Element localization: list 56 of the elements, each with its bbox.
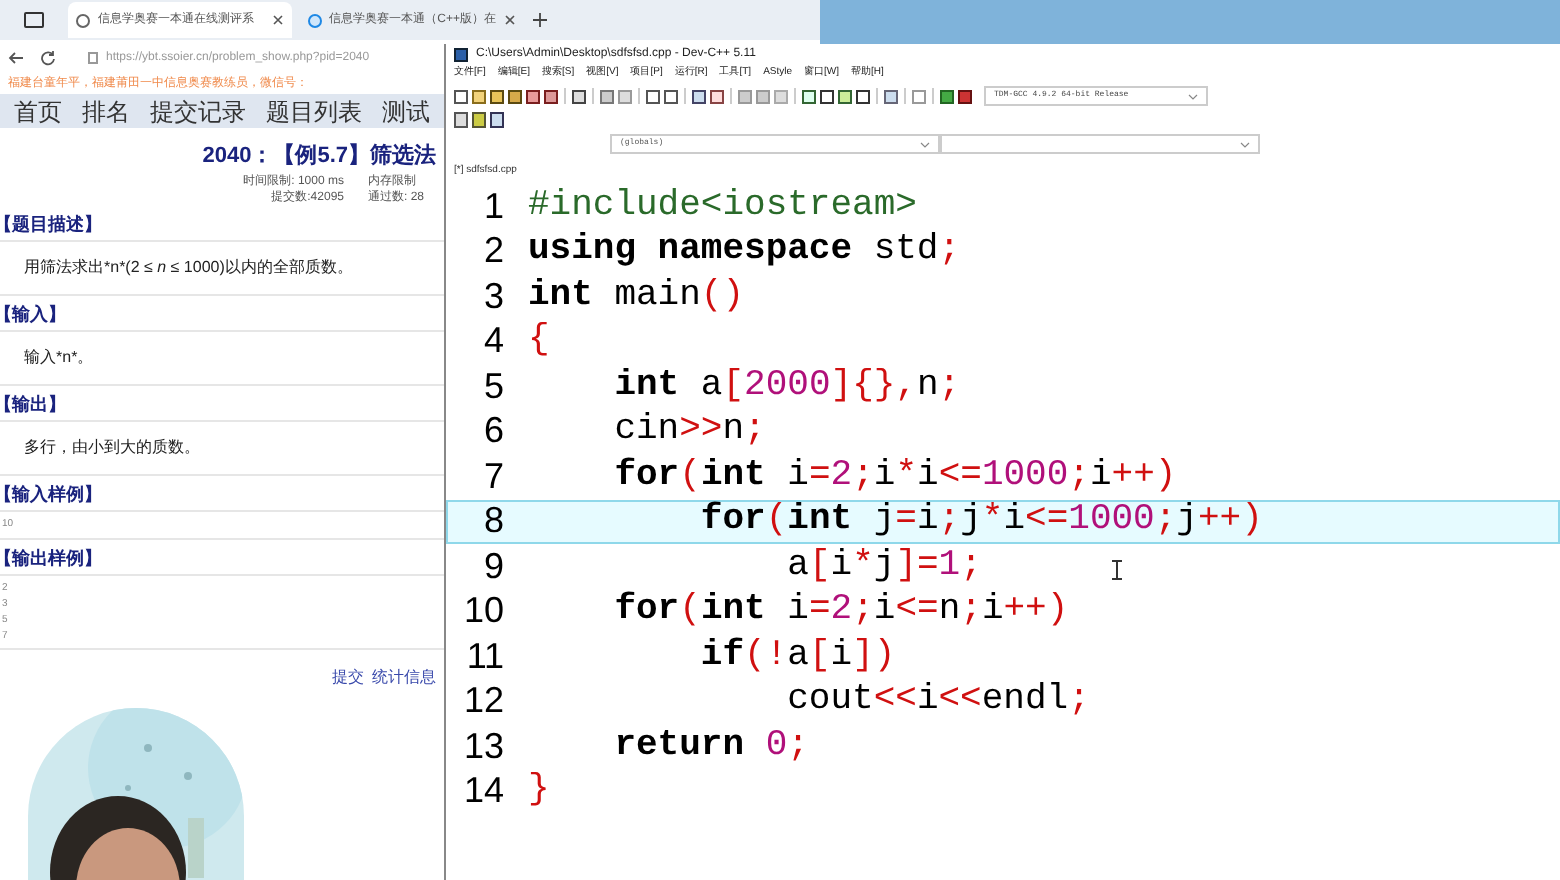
new-tab-icon[interactable] [532, 12, 548, 28]
code-line: cout<<i<<endl; [785, 678, 1090, 725]
globe-icon [308, 13, 322, 27]
line-number: 4 [481, 318, 504, 365]
code-line: using namespace std; [528, 228, 961, 275]
line-number: 9 [481, 543, 504, 590]
section-text: 输入*n*。 [24, 345, 96, 369]
section-text: 多行，由小到大的质数。 [24, 435, 202, 459]
close-icon[interactable] [272, 14, 284, 26]
line-number: 12 [461, 678, 504, 725]
footer-link[interactable]: 统计信息 [372, 665, 436, 689]
section-heading: 【题目描述】 [0, 212, 102, 239]
close-icon[interactable] [504, 14, 516, 26]
code-line: int a[2000]{},n; [612, 363, 961, 410]
section-text: 用筛法求出*n*(2 ≤ n ≤ 1000)以内的全部质数。 [24, 255, 355, 279]
text-cursor-icon [1112, 560, 1122, 580]
code-line: a[i*j]=1; [785, 543, 982, 590]
line-number: 3 [481, 273, 504, 320]
line-number: 10 [461, 588, 504, 635]
section-heading: 【输出样例】 [0, 546, 102, 573]
line-number: 13 [461, 723, 504, 770]
line-number: 14 [461, 768, 504, 815]
line-number: 7 [481, 453, 504, 500]
nav-link[interactable]: 提交记录 [140, 93, 256, 129]
line-number: 6 [481, 408, 504, 455]
app-icon [454, 48, 468, 62]
problem-title: 2040：【例5.7】筛选法 [202, 141, 436, 172]
code-line: return 0; [612, 723, 809, 770]
nav-link[interactable]: 排名 [72, 93, 140, 129]
tab-actions-icon[interactable] [24, 12, 44, 28]
line-number: 2 [481, 228, 504, 275]
code-line: if(!a[i]) [698, 633, 896, 680]
code-line: for(int i=2;i*i<=1000;i++) [612, 453, 1177, 500]
back-icon[interactable] [8, 50, 24, 66]
code-line: cin>>n; [612, 408, 766, 455]
section-heading: 【输入样例】 [0, 482, 102, 509]
nav-link[interactable]: 测试 [372, 93, 440, 129]
code-line: for(int i=2;i<=n;i++) [612, 588, 1069, 635]
section-heading: 【输入】 [0, 302, 66, 329]
code-line: int main() [528, 273, 745, 320]
line-number: 1 [481, 183, 504, 230]
section-heading: 【输出】 [0, 392, 66, 419]
footer-link[interactable]: 提交 [332, 665, 364, 689]
nav-link[interactable]: 首页 [4, 93, 72, 129]
code-line: #include<iostream> [528, 183, 917, 230]
nav-link[interactable]: 题目列表 [256, 93, 372, 129]
caret-icon [1240, 141, 1250, 147]
code-line: { [528, 318, 550, 365]
caret-icon [1188, 93, 1198, 99]
line-number: 5 [481, 363, 504, 410]
code-line: for(int j=i;j*i<=1000;j++) [698, 498, 1263, 545]
line-number: 11 [464, 633, 504, 680]
code-line: } [528, 768, 550, 815]
line-number: 8 [481, 498, 504, 545]
reload-icon[interactable] [40, 50, 56, 66]
caret-icon [920, 141, 930, 147]
